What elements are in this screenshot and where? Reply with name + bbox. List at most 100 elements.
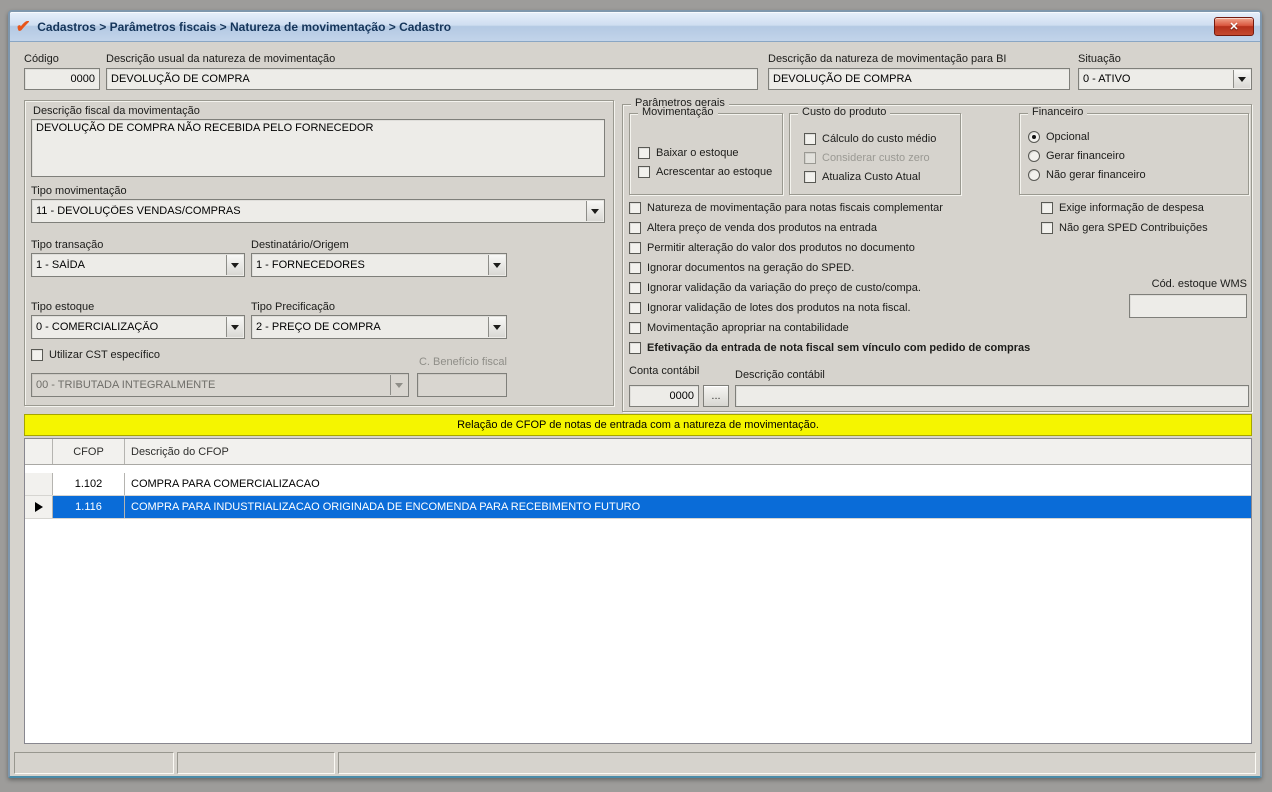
grid-header-cfop: CFOP — [53, 439, 125, 464]
tipo-movimentacao-combo[interactable]: 11 - DEVOLUÇÕES VENDAS/COMPRAS — [31, 199, 605, 223]
descricao-bi-field[interactable]: DEVOLUÇÃO DE COMPRA — [768, 68, 1070, 90]
checkbox-label: Cálculo do custo médio — [822, 133, 937, 145]
chevron-down-icon — [390, 375, 407, 395]
radio-circle — [1028, 169, 1040, 181]
checkbox-ignorar-documentos-na-geracao-do-sped[interactable]: Ignorar documentos na geração do SPED. — [629, 261, 854, 275]
grid-spacer — [25, 465, 1251, 473]
row-indicator — [25, 473, 53, 495]
checkbox-box — [629, 202, 641, 214]
cfop-banner: Relação de CFOP de notas de entrada com … — [24, 414, 1252, 436]
status-panel — [338, 752, 1256, 774]
tipo-transacao-combo[interactable]: 1 - SAÍDA — [31, 253, 245, 277]
descricao-bi-label: Descrição da natureza de movimentação pa… — [768, 53, 1007, 65]
financeiro-caption: Financeiro — [1028, 106, 1088, 118]
tipo-precificacao-label: Tipo Precificação — [251, 301, 335, 313]
chevron-down-icon[interactable] — [226, 255, 243, 275]
checkbox-movimentacao-apropriar-na-contabilidade[interactable]: Movimentação apropriar na contabilidade — [629, 321, 849, 335]
radio-circle — [1028, 131, 1040, 143]
status-bar — [12, 750, 1258, 776]
checkbox-altera-preco-de-venda-dos-produtos-na-en[interactable]: Altera preço de venda dos produtos na en… — [629, 221, 877, 235]
tipo-estoque-label: Tipo estoque — [31, 301, 95, 313]
chevron-down-icon[interactable] — [488, 317, 505, 337]
checkbox-label: Gerar financeiro — [1046, 150, 1125, 162]
checkbox-label: Não gera SPED Contribuições — [1059, 222, 1208, 234]
checkbox-nao-gera-sped-contribuicoes[interactable]: Não gera SPED Contribuições — [1041, 221, 1208, 235]
tipo-precificacao-combo[interactable]: 2 - PREÇO DE COMPRA — [251, 315, 507, 339]
chevron-down-icon[interactable] — [226, 317, 243, 337]
descricao-contabil-label: Descrição contábil — [735, 369, 825, 381]
checkbox-box — [1041, 222, 1053, 234]
grid-header-indicator — [25, 439, 53, 464]
cell-cfop: 1.116 — [53, 496, 125, 518]
checkbox-box — [638, 166, 650, 178]
checkbox-natureza-de-movimentacao-para-notas-fisc[interactable]: Natureza de movimentação para notas fisc… — [629, 201, 943, 215]
radio-circle — [1028, 150, 1040, 162]
checkbox-label: Exige informação de despesa — [1059, 202, 1204, 214]
checkbox-exige-informacao-de-despesa[interactable]: Exige informação de despesa — [1041, 201, 1204, 215]
descricao-usual-field[interactable]: DEVOLUÇÃO DE COMPRA — [106, 68, 758, 90]
radio-opcional[interactable]: Opcional — [1028, 130, 1089, 144]
beneficio-fiscal-label: C. Benefício fiscal — [418, 356, 507, 368]
conta-contabil-field[interactable]: 0000 — [629, 385, 699, 407]
checkbox-label: Movimentação apropriar na contabilidade — [647, 322, 849, 334]
chevron-down-icon[interactable] — [488, 255, 505, 275]
utilizar-cst-checkbox[interactable]: Utilizar CST específico — [31, 348, 160, 362]
checkbox-box — [629, 262, 641, 274]
checkbox-permitir-alteracao-do-valor-dos-produtos[interactable]: Permitir alteração do valor dos produtos… — [629, 241, 915, 255]
cfop-grid[interactable]: CFOP Descrição do CFOP 1.102 COMPRA PARA … — [24, 438, 1252, 744]
table-row[interactable]: 1.102 COMPRA PARA COMERCIALIZACAO — [25, 473, 1251, 496]
checkbox-box — [629, 222, 641, 234]
close-button[interactable]: ✕ — [1214, 17, 1254, 36]
checkbox-box — [629, 302, 641, 314]
conta-contabil-browse-button[interactable]: ... — [703, 385, 729, 407]
checkbox-box — [638, 147, 650, 159]
custo-produto-groupbox: Custo do produto Cálculo do custo médio C… — [789, 106, 961, 195]
codigo-field[interactable]: 0000 — [24, 68, 100, 90]
destinatario-combo[interactable]: 1 - FORNECEDORES — [251, 253, 507, 277]
checkbox-baixar-o-estoque[interactable]: Baixar o estoque — [638, 146, 739, 160]
descricao-contabil-field[interactable] — [735, 385, 1249, 407]
window-title: Cadastros > Parâmetros fiscais > Naturez… — [37, 19, 452, 34]
checkbox-label: Efetivação da entrada de nota fiscal sem… — [647, 342, 1031, 354]
checkbox-acrescentar-ao-estoque[interactable]: Acrescentar ao estoque — [638, 165, 772, 179]
chevron-down-icon[interactable] — [586, 201, 603, 221]
descricao-fiscal-textarea[interactable]: DEVOLUÇÃO DE COMPRA NÃO RECEBIDA PELO FO… — [31, 119, 605, 177]
tipo-movimentacao-label: Tipo movimentação — [31, 185, 127, 197]
situacao-label: Situação — [1078, 53, 1121, 65]
checkbox-calculo-do-custo-medio[interactable]: Cálculo do custo médio — [804, 132, 936, 146]
checkbox-ignorar-validacao-de-lotes-dos-produtos-[interactable]: Ignorar validação de lotes dos produtos … — [629, 301, 911, 315]
checkbox-label: Altera preço de venda dos produtos na en… — [647, 222, 877, 234]
checkbox-considerar-custo-zero: Considerar custo zero — [804, 151, 930, 165]
checkbox-box — [804, 152, 816, 164]
checkbox-label: Atualiza Custo Atual — [822, 171, 921, 183]
radio-nao-gerar-financeiro[interactable]: Não gerar financeiro — [1028, 168, 1146, 182]
checkbox-box — [1041, 202, 1053, 214]
cell-descricao: COMPRA PARA COMERCIALIZACAO — [131, 478, 320, 490]
checkbox-label: Opcional — [1046, 131, 1090, 143]
checkbox-box — [804, 171, 816, 183]
radio-gerar-financeiro[interactable]: Gerar financeiro — [1028, 149, 1125, 163]
checkbox-label: Considerar custo zero — [822, 152, 930, 164]
table-row[interactable]: 1.116 COMPRA PARA INDUSTRIALIZACAO ORIGIN… — [25, 496, 1251, 519]
chevron-down-icon[interactable] — [1233, 70, 1250, 88]
conta-contabil-label: Conta contábil — [629, 365, 700, 377]
checkbox-atualiza-custo-atual[interactable]: Atualiza Custo Atual — [804, 170, 920, 184]
close-icon: ✕ — [1229, 21, 1239, 33]
cst-combo: 00 - TRIBUTADA INTEGRALMENTE — [31, 373, 409, 397]
checkbox-ignorar-validacao-da-variacao-do-preco-d[interactable]: Ignorar validação da variação do preço d… — [629, 281, 921, 295]
checkbox-box — [31, 349, 43, 361]
status-panel — [177, 752, 335, 774]
title-bar[interactable]: ✔ Cadastros > Parâmetros fiscais > Natur… — [10, 12, 1260, 42]
cod-estoque-wms-label: Cód. estoque WMS — [1151, 278, 1247, 290]
cod-estoque-wms-field[interactable] — [1129, 294, 1247, 318]
movimentacao-groupbox: Movimentação Baixar o estoque Acrescentar… — [629, 106, 783, 195]
custo-produto-caption: Custo do produto — [798, 106, 891, 118]
checkbox-efetivacao-da-entrada-de-nota-fiscal-sem[interactable]: Efetivação da entrada de nota fiscal sem… — [629, 341, 1030, 355]
checkbox-box — [629, 322, 641, 334]
status-panel — [14, 752, 174, 774]
destinatario-label: Destinatário/Origem — [251, 239, 349, 251]
situacao-combo[interactable]: 0 - ATIVO — [1078, 68, 1252, 90]
tipo-estoque-combo[interactable]: 0 - COMERCIALIZAÇÃO — [31, 315, 245, 339]
grid-rows: 1.102 COMPRA PARA COMERCIALIZACAO 1.116 COM… — [25, 473, 1251, 519]
checkbox-box — [629, 342, 641, 354]
